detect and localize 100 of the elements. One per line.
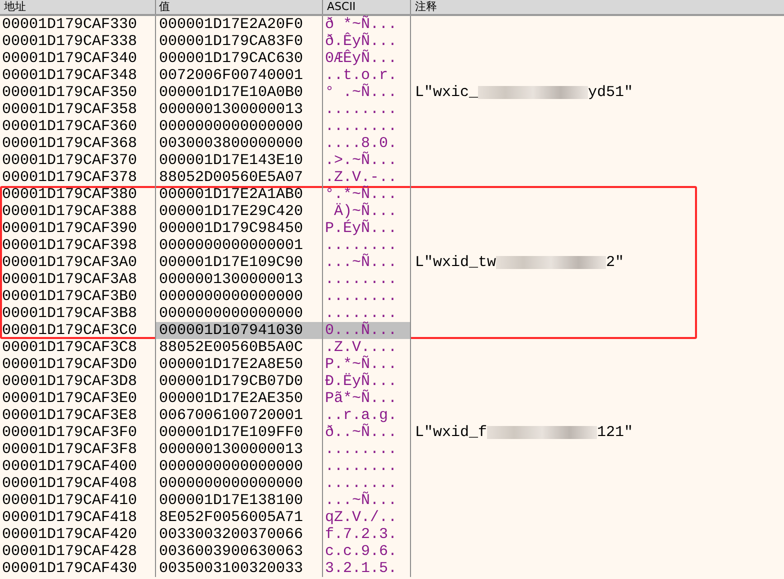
- value-cell: 0000001300000013: [156, 441, 323, 458]
- address-cell: 00001D179CAF418: [0, 509, 156, 526]
- address-cell: 00001D179CAF3D8: [0, 373, 156, 390]
- value-cell: 0072006F00740001: [156, 67, 323, 84]
- ascii-cell: ........: [323, 288, 411, 305]
- value-cell: 000001D179CAC630: [156, 50, 323, 67]
- address-cell: 00001D179CAF360: [0, 118, 156, 135]
- address-cell: 00001D179CAF3F8: [0, 441, 156, 458]
- address-cell: 00001D179CAF338: [0, 33, 156, 50]
- ascii-cell: qZ.V./..: [323, 509, 411, 526]
- address-cell: 00001D179CAF430: [0, 560, 156, 577]
- address-cell: 00001D179CAF398: [0, 237, 156, 254]
- value-cell: 000001D17E138100: [156, 492, 323, 509]
- value-cell: 000001D17E109FF0: [156, 424, 323, 441]
- value-cell: 0000000000000001: [156, 237, 323, 254]
- address-cell: 00001D179CAF350: [0, 84, 156, 101]
- address-cell: 00001D179CAF330: [0, 16, 156, 33]
- value-cell: 0036003900630063: [156, 543, 323, 560]
- ascii-cell: Ä)~Ñ...: [323, 203, 411, 220]
- ascii-cell: P.*~Ñ...: [323, 356, 411, 373]
- value-cell: 0035003100320033: [156, 560, 323, 577]
- comment-text: 2": [606, 254, 624, 271]
- value-cell: 0000000000000000: [156, 458, 323, 475]
- value-cell: 88052D00560E5A07: [156, 169, 323, 186]
- address-cell: 00001D179CAF348: [0, 67, 156, 84]
- ascii-cell: ........: [323, 118, 411, 135]
- ascii-cell: ........: [323, 475, 411, 492]
- value-cell: 0000001300000013: [156, 271, 323, 288]
- address-cell: 00001D179CAF3B0: [0, 288, 156, 305]
- value-cell: 000001D17E2AE350: [156, 390, 323, 407]
- ascii-cell: f.7.2.3.: [323, 526, 411, 543]
- value-cell: 000001D17E2A1AB0: [156, 186, 323, 203]
- address-cell: 00001D179CAF428: [0, 543, 156, 560]
- ascii-cell: ...~Ñ...: [323, 254, 411, 271]
- comment-text: L"wxid_tw: [415, 254, 496, 271]
- address-cell: 00001D179CAF378: [0, 169, 156, 186]
- ascii-cell: c.c.9.6.: [323, 543, 411, 560]
- ascii-cell: ..t.o.r.: [323, 67, 411, 84]
- ascii-cell: .Z.V....: [323, 339, 411, 356]
- ascii-cell: Pã*~Ñ...: [323, 390, 411, 407]
- address-cell: 00001D179CAF380: [0, 186, 156, 203]
- ascii-cell: Ð.ËyÑ...: [323, 373, 411, 390]
- value-cell: 000001D17E2A20F0: [156, 16, 323, 33]
- column-header[interactable]: 注释: [411, 0, 784, 14]
- value-cell: 000001D179C98450: [156, 220, 323, 237]
- address-cell: 00001D179CAF388: [0, 203, 156, 220]
- address-cell: 00001D179CAF400: [0, 458, 156, 475]
- value-cell: 000001D17E143E10: [156, 152, 323, 169]
- address-cell: 00001D179CAF3F0: [0, 424, 156, 441]
- ascii-cell: ........: [323, 237, 411, 254]
- ascii-cell: °.*~Ñ...: [323, 186, 411, 203]
- ascii-cell: ....8.0.: [323, 135, 411, 152]
- address-cell: 00001D179CAF420: [0, 526, 156, 543]
- ascii-cell: ........: [323, 271, 411, 288]
- ascii-cell: 0ÆÊyÑ...: [323, 50, 411, 67]
- address-cell: 00001D179CAF370: [0, 152, 156, 169]
- ascii-cell: ..r.a.g.: [323, 407, 411, 424]
- value-cell: 88052E00560B5A0C: [156, 339, 323, 356]
- comment-text: 121": [597, 424, 634, 441]
- address-cell: 00001D179CAF3E0: [0, 390, 156, 407]
- column-header[interactable]: 地址: [0, 0, 156, 14]
- ascii-cell: ð *~Ñ...: [323, 16, 411, 33]
- column-header[interactable]: ASCII: [323, 0, 411, 14]
- value-cell: 0067006100720001: [156, 407, 323, 424]
- ascii-cell: ð..~Ñ...: [323, 424, 411, 441]
- value-cell: 0000000000000000: [156, 475, 323, 492]
- value-cell: 000001D17E2A8E50: [156, 356, 323, 373]
- value-cell: 000001D107941030: [156, 322, 323, 339]
- address-cell: 00001D179CAF390: [0, 220, 156, 237]
- value-cell: 000001D179CA83F0: [156, 33, 323, 50]
- value-cell: 000001D17E29C420: [156, 203, 323, 220]
- address-cell: 00001D179CAF3D0: [0, 356, 156, 373]
- ascii-cell: ........: [323, 101, 411, 118]
- address-cell: 00001D179CAF358: [0, 101, 156, 118]
- ascii-cell: ........: [323, 441, 411, 458]
- address-cell: 00001D179CAF408: [0, 475, 156, 492]
- value-cell: 8E052F0056005A71: [156, 509, 323, 526]
- ascii-cell: 3.2.1.5.: [323, 560, 411, 577]
- value-cell: 0000001300000013: [156, 101, 323, 118]
- value-cell: 000001D17E109C90: [156, 254, 323, 271]
- ascii-cell: 0...Ñ...: [323, 322, 411, 339]
- address-cell: 00001D179CAF410: [0, 492, 156, 509]
- address-cell: 00001D179CAF3B8: [0, 305, 156, 322]
- address-cell: 00001D179CAF3C8: [0, 339, 156, 356]
- value-cell: 0033003200370066: [156, 526, 323, 543]
- value-cell: 0000000000000000: [156, 118, 323, 135]
- comment-text: L"wxic_: [415, 84, 478, 101]
- address-cell: 00001D179CAF340: [0, 50, 156, 67]
- ascii-cell: ...~Ñ...: [323, 492, 411, 509]
- ascii-cell: .>.~Ñ...: [323, 152, 411, 169]
- ascii-cell: ð.ÊyÑ...: [323, 33, 411, 50]
- value-cell: 0000000000000000: [156, 288, 323, 305]
- ascii-cell: ° .~Ñ...: [323, 84, 411, 101]
- comment-text: yd51": [588, 84, 634, 101]
- column-header[interactable]: 值: [156, 0, 323, 14]
- ascii-cell: ........: [323, 458, 411, 475]
- address-cell: 00001D179CAF3A0: [0, 254, 156, 271]
- value-cell: 0030003800000000: [156, 135, 323, 152]
- ascii-cell: .Z.V.-..: [323, 169, 411, 186]
- address-cell: 00001D179CAF3E8: [0, 407, 156, 424]
